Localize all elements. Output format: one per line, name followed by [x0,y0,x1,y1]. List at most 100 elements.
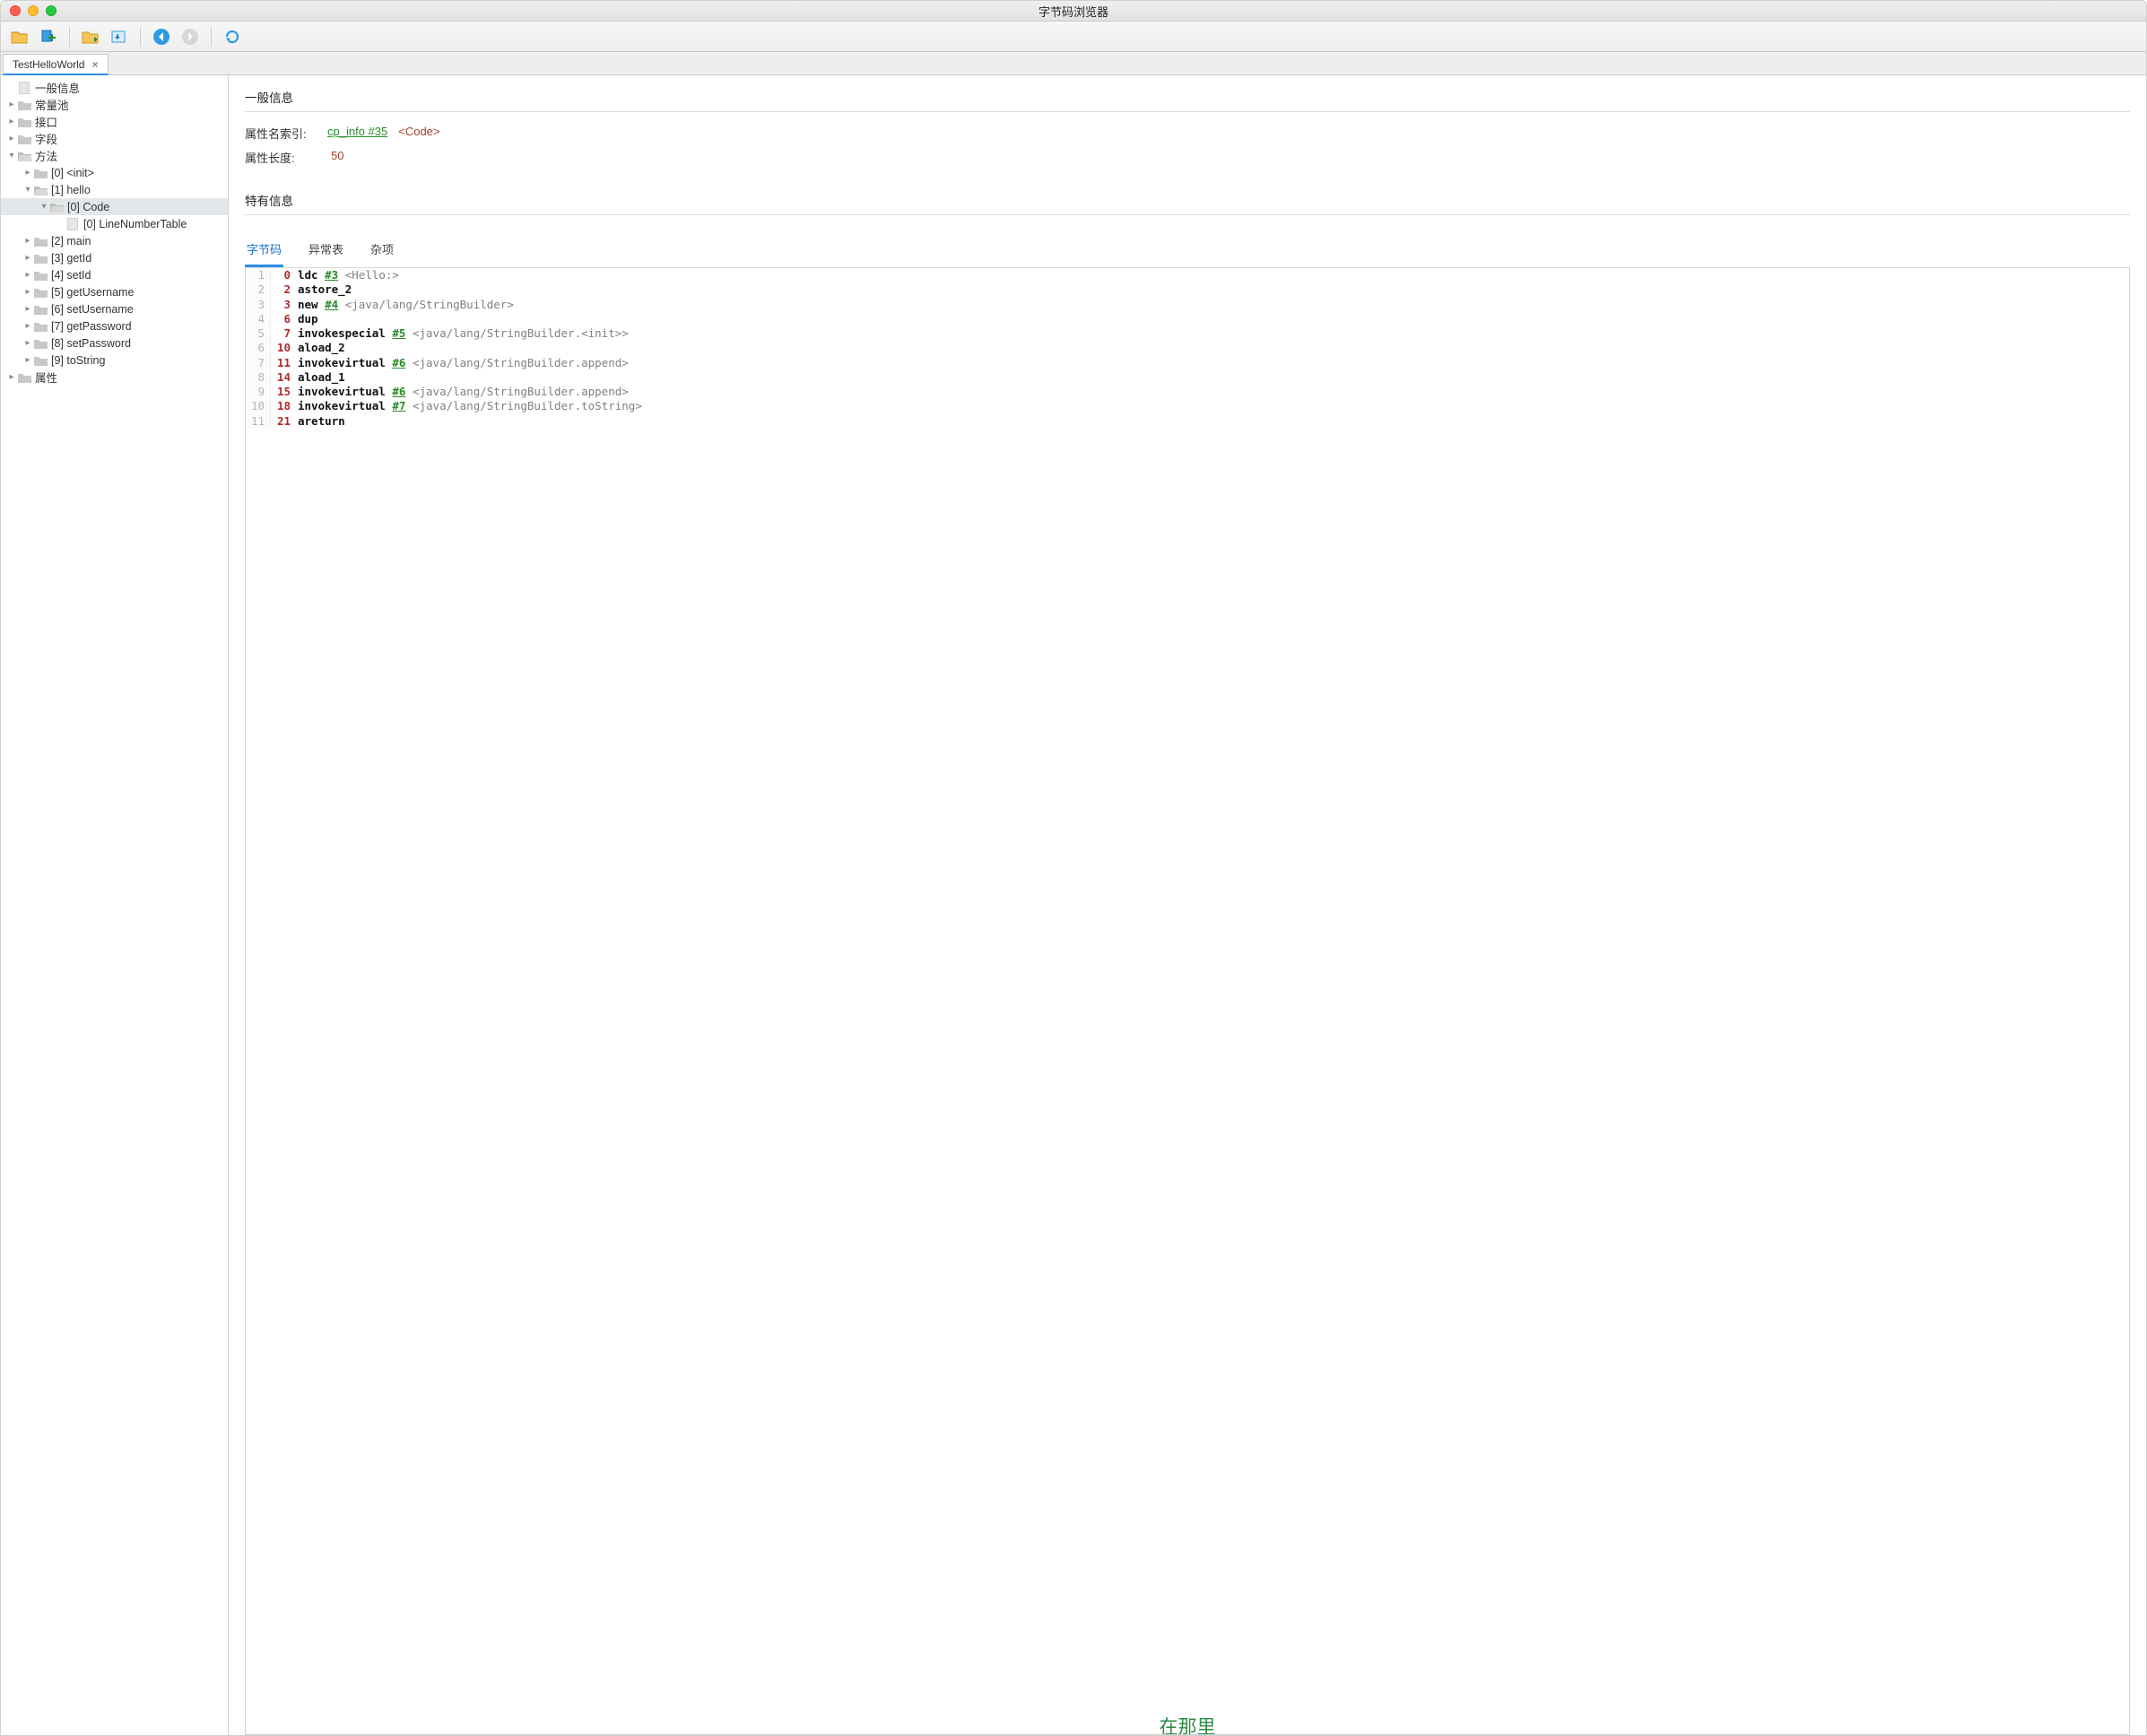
tree-node-label: [5] getUsername [51,286,134,299]
tree-node-label: [0] <init> [51,167,94,179]
folder-icon [33,167,48,179]
tree-node-label: [0] Code [67,201,109,213]
separator [69,27,70,47]
save-out-button[interactable] [108,25,131,48]
chevron-right-icon[interactable]: ▸ [22,338,33,349]
tab-testhelloworld[interactable]: TestHelloWorld × [3,54,109,75]
tree-node-label: [1] hello [51,184,91,196]
tree-node[interactable]: ▸[4] setId [1,266,228,283]
section-general-title: 一般信息 [245,88,2130,112]
chevron-down-icon[interactable]: ▾ [6,151,17,161]
tree-node[interactable]: ▸ [9] toString [1,352,228,369]
chevron-right-icon[interactable]: ▸ [6,134,17,144]
bytecode-area[interactable]: 10ldc #3 <Hello:>22astore_233new #4 <jav… [245,268,2130,1735]
chevron-right-icon[interactable]: ▸ [6,372,17,383]
tree-node[interactable]: ▸ [6] setUsername [1,300,228,317]
tree-node[interactable]: ▸ [7] getPassword [1,317,228,334]
open-folder-button[interactable] [8,25,31,48]
tree-node[interactable]: ▸属性 [1,369,228,386]
tree-node-label: [6] setUsername [51,303,134,316]
chevron-down-icon[interactable]: ▾ [22,185,33,195]
bytecode-line: 46dup [246,312,2129,326]
bytecode-line: 1121areturn [246,414,2129,429]
tree-node[interactable]: ▾ [1] hello [1,181,228,198]
refresh-button[interactable] [221,25,244,48]
bytecode-line: 915invokevirtual #6 <java/lang/StringBui… [246,385,2129,399]
constpool-ref[interactable]: #5 [392,326,405,340]
bytecode-line: 1018invokevirtual #7 <java/lang/StringBu… [246,399,2129,413]
tree-node-label: [0] LineNumberTable [83,218,187,230]
constpool-ref[interactable]: #6 [392,385,405,398]
bytecode-line: 711invokevirtual #6 <java/lang/StringBui… [246,356,2129,370]
folder-icon [33,269,48,282]
chevron-right-icon[interactable]: ▸ [22,304,33,315]
bytecode-line: 57invokespecial #5 <java/lang/StringBuil… [246,326,2129,341]
attr-name-index-suffix: <Code> [398,125,439,142]
tree-node[interactable]: ▸一般信息 [1,79,228,96]
body: ▸一般信息▸常量池▸接口▸字段▾方法▸[0] <init>▾[1] hello▾… [1,75,2146,1735]
sidebar-tree[interactable]: ▸一般信息▸常量池▸接口▸字段▾方法▸[0] <init>▾[1] hello▾… [1,75,229,1735]
bytecode-line: 10ldc #3 <Hello:> [246,268,2129,282]
close-tab-icon[interactable]: × [91,58,98,71]
subtab-bytecode[interactable]: 字节码 [245,235,283,267]
tree-node-label: [9] toString [51,354,105,367]
chevron-right-icon[interactable]: ▸ [22,321,33,332]
folder-icon [17,99,31,111]
section-specific-title: 特有信息 [245,191,2130,215]
tree-node-label: [7] getPassword [51,320,132,333]
tree-node[interactable]: ▸ 接口 [1,113,228,130]
tree-node-label: 一般信息 [35,79,80,96]
attr-length-label: 属性长度: [245,149,317,166]
tree-node-label: [8] setPassword [51,337,131,350]
bytecode-line: 33new #4 <java/lang/StringBuilder> [246,298,2129,312]
folder-arrow-button[interactable] [79,25,102,48]
chevron-right-icon[interactable]: ▸ [22,236,33,247]
tree-node[interactable]: ▸ [0] <init> [1,164,228,181]
chevron-right-icon[interactable]: ▸ [6,117,17,127]
folder-icon [33,252,48,265]
folder-icon [17,371,31,384]
separator [211,27,212,47]
tree-node[interactable]: ▾ 方法 [1,147,228,164]
constpool-ref[interactable]: #7 [392,399,405,412]
tree-node[interactable]: ▸ [8] setPassword [1,334,228,352]
folder-icon [33,337,48,350]
subtab-misc[interactable]: 杂项 [369,235,396,267]
chevron-right-icon[interactable]: ▸ [22,168,33,178]
toolbar [1,22,2146,52]
chevron-right-icon[interactable]: ▸ [22,355,33,366]
attr-name-index-link[interactable]: cp_info #35 [327,125,387,142]
chevron-right-icon[interactable]: ▸ [6,100,17,110]
back-button[interactable] [150,25,173,48]
constpool-ref[interactable]: #6 [392,356,405,369]
folder-icon [17,150,31,162]
chevron-right-icon[interactable]: ▸ [22,253,33,264]
constpool-ref[interactable]: #4 [325,298,338,311]
titlebar: 字节码浏览器 [1,1,2146,22]
tree-node[interactable]: ▸[3] getId [1,249,228,266]
tree-node-label: 方法 [35,147,57,164]
folder-icon [33,354,48,367]
subtab-exception-table[interactable]: 异常表 [307,235,345,267]
main-panel: 一般信息 属性名索引: cp_info #35 <Code> 属性长度: 50 … [229,75,2146,1735]
tree-node[interactable]: ▸[2] main [1,232,228,249]
folder-icon [33,286,48,299]
tree-node[interactable]: ▸[0] LineNumberTable [1,215,228,232]
forward-button[interactable] [178,25,202,48]
add-class-button[interactable] [37,25,60,48]
tree-node[interactable]: ▸ [5] getUsername [1,283,228,300]
folder-icon [33,184,48,196]
folder-icon [33,320,48,333]
subtabs: 字节码 异常表 杂项 [245,235,2130,268]
attr-name-index-row: 属性名索引: cp_info #35 <Code> [245,125,2130,142]
tab-label: TestHelloWorld [13,58,84,71]
tree-node[interactable]: ▸常量池 [1,96,228,113]
chevron-right-icon[interactable]: ▸ [22,287,33,298]
constpool-ref[interactable]: #3 [325,268,338,282]
chevron-down-icon[interactable]: ▾ [39,202,49,213]
tree-node[interactable]: ▾ [0] Code [1,198,228,215]
tree-node-label: 接口 [35,113,57,130]
tree-node[interactable]: ▸字段 [1,130,228,147]
attr-name-index-label: 属性名索引: [245,125,317,142]
chevron-right-icon[interactable]: ▸ [22,270,33,281]
